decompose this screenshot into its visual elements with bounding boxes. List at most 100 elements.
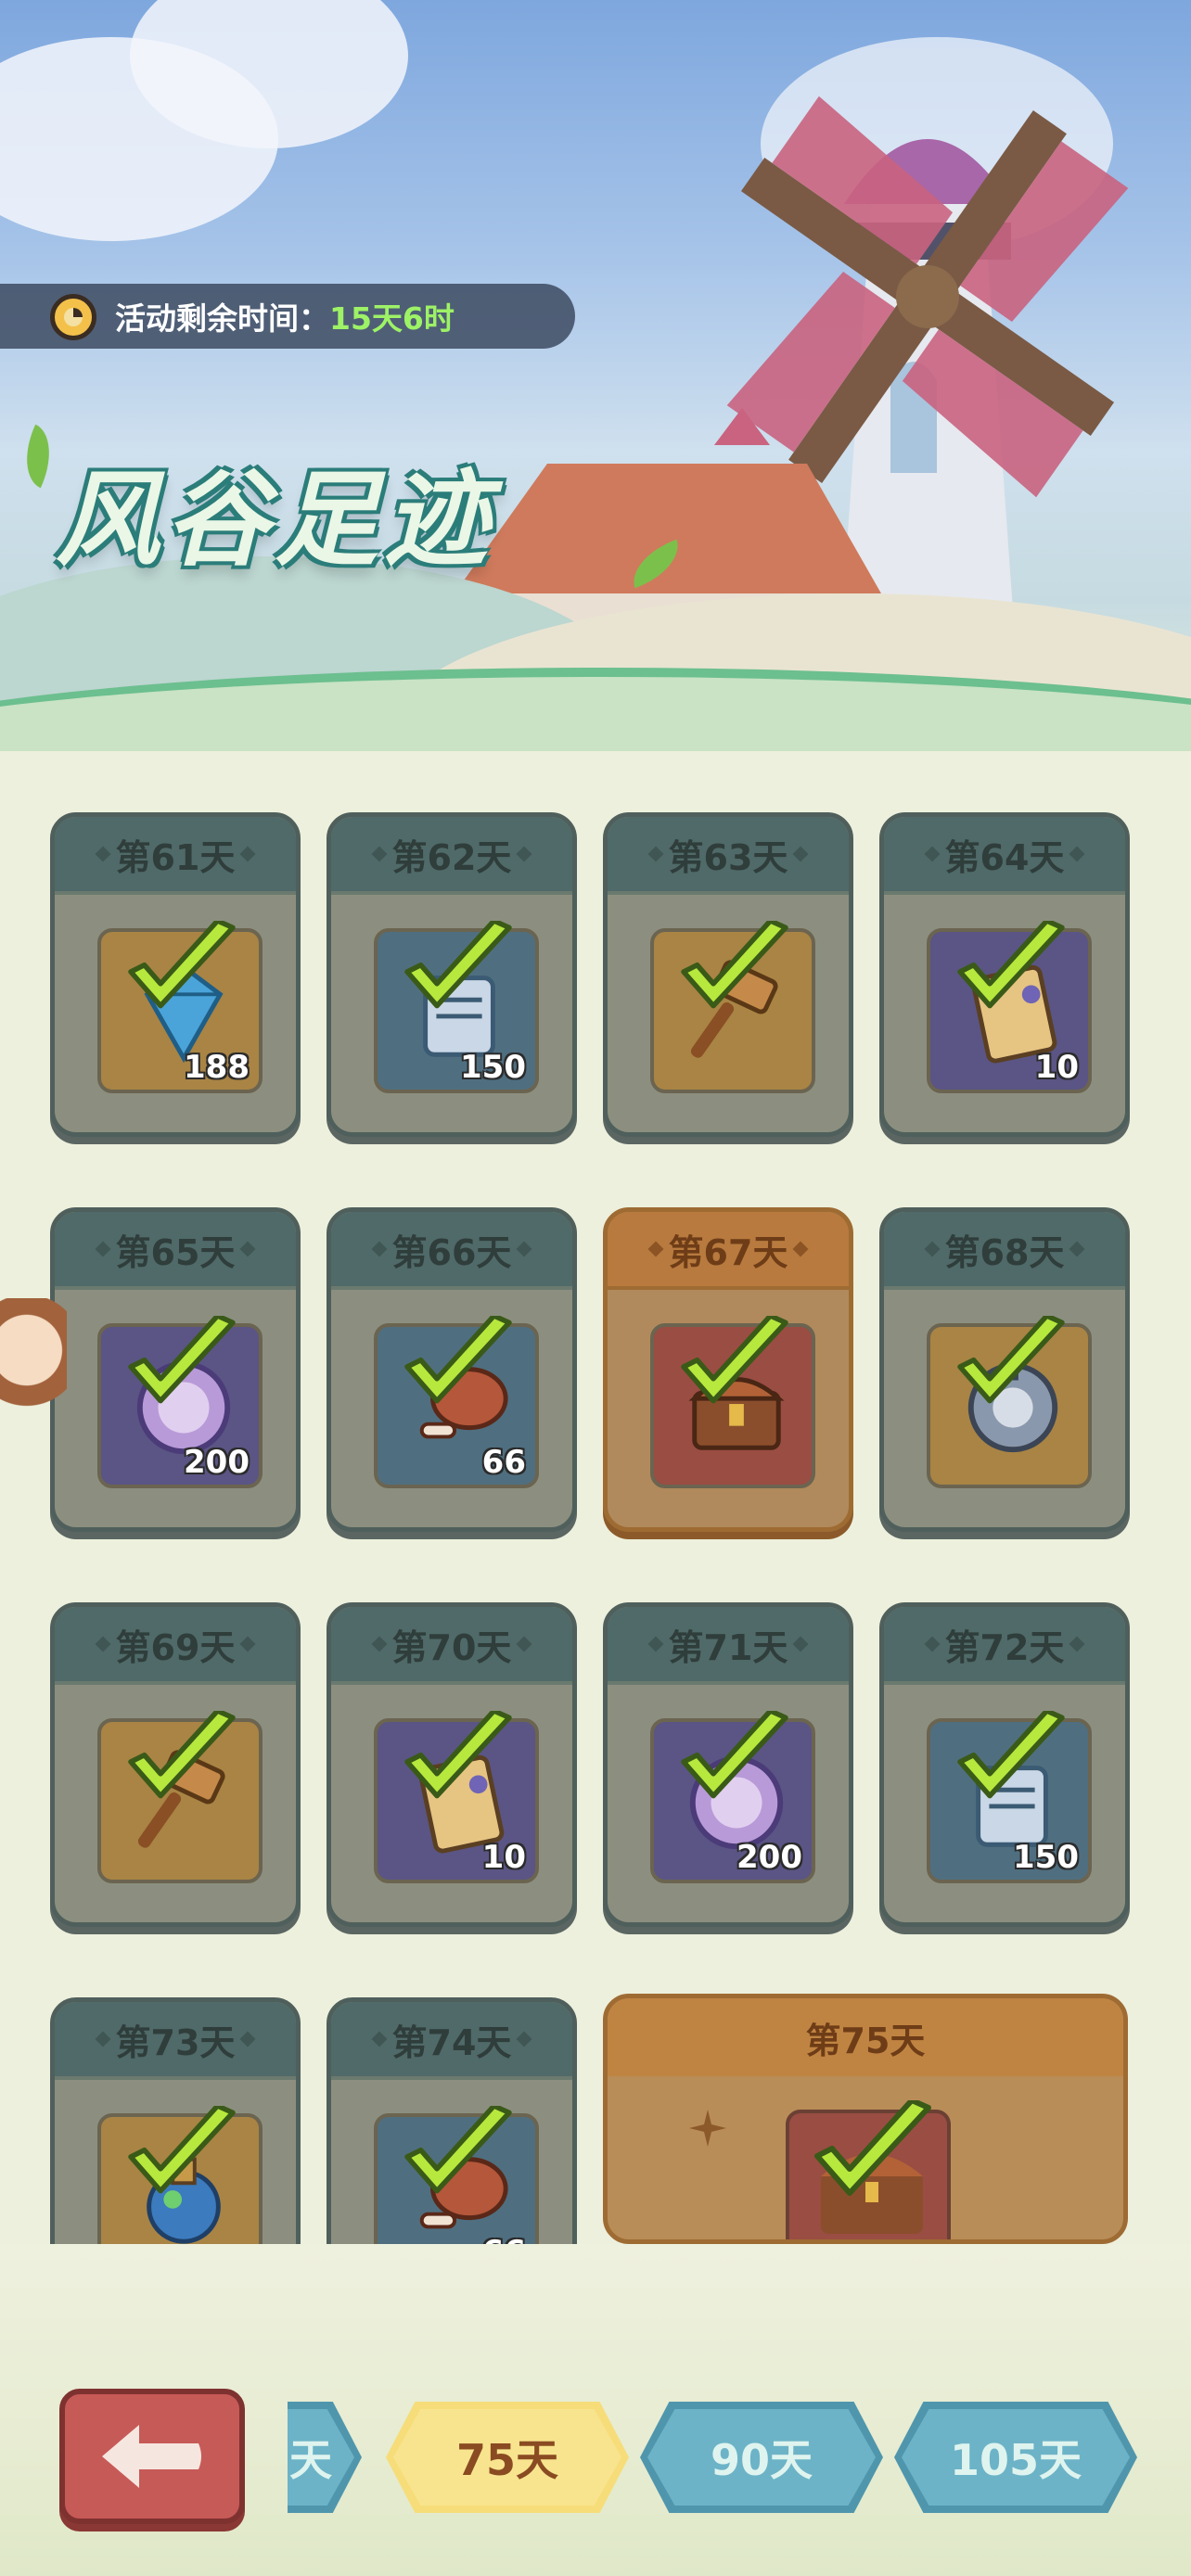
day-card-68[interactable]: 第68天 [879,1207,1130,1532]
check-icon [814,2100,931,2196]
diamond-ornament-icon [371,1241,388,1257]
day-card-61[interactable]: 第61天 188 [50,812,301,1137]
diamond-ornament-icon [516,1241,532,1257]
timer-label: 活动剩余时间： [115,300,329,337]
day-label-text: 第72天 [944,1626,1065,1668]
character-avatar[interactable] [0,1298,67,1428]
tab-75-label: 75天 [455,2435,558,2485]
check-icon [957,1711,1065,1799]
event-title: 风谷足迹 [56,460,493,580]
event-banner: 活动剩余时间： 15天6时 风谷足迹 [0,0,1191,751]
day-label-text: 第65天 [115,1231,236,1273]
diamond-ornament-icon [516,846,532,862]
tab-partial-label: 天 [289,2435,332,2485]
tab-partial[interactable]: 天 [288,2383,380,2531]
day-label: 第67天 [608,1212,849,1290]
check-icon [681,1711,788,1799]
day-label: 第66天 [331,1212,572,1290]
reward-count: 200 [184,1444,250,1481]
day-label-text: 第68天 [944,1231,1065,1273]
day-card-62[interactable]: 第62天 150 [327,812,577,1137]
tab-90[interactable]: 90天 [640,2402,883,2513]
check-icon [404,2106,512,2194]
diamond-ornament-icon [792,1241,809,1257]
day-card-70[interactable]: 第70天 10 [327,1602,577,1927]
day-card-67[interactable]: 第67天 [603,1207,853,1532]
day-card-73[interactable]: 第73天 [50,1997,301,2244]
reward-count: 150 [1013,1839,1079,1876]
check-icon [957,921,1065,1009]
check-icon [128,2106,236,2194]
day-label: 第74天 [331,2002,572,2080]
day-label-text: 第61天 [115,836,236,878]
check-icon [681,921,788,1009]
diamond-ornament-icon [792,846,809,862]
diamond-ornament-icon [95,2031,111,2047]
diamond-ornament-icon [924,846,941,862]
diamond-ornament-icon [239,1636,256,1652]
clock-icon [50,294,96,340]
check-icon [404,1316,512,1404]
back-button[interactable] [59,2389,245,2524]
day-label: 第72天 [884,1607,1125,1685]
diamond-ornament-icon [1069,1241,1085,1257]
diamond-ornament-icon [792,1636,809,1652]
day-label: 第73天 [55,2002,296,2080]
check-icon [404,921,512,1009]
day-card-69[interactable]: 第69天 [50,1602,301,1927]
diamond-ornament-icon [239,2031,256,2047]
day-card-72[interactable]: 第72天 150 [879,1602,1130,1927]
day-label: 第70天 [331,1607,572,1685]
check-icon [681,1316,788,1404]
reward-count: 10 [1034,1049,1079,1086]
day-label-text: 第64天 [944,836,1065,878]
tab-75[interactable]: 75天 [386,2402,629,2513]
day-card-66[interactable]: 第66天 66 [327,1207,577,1532]
diamond-ornament-icon [647,1241,664,1257]
day-label-text: 第75天 [805,2020,926,2061]
reward-count: 188 [184,1049,250,1086]
day-label: 第75天 [608,1998,1123,2076]
day-card-65[interactable]: 第65天 200 [50,1207,301,1532]
day-card-64[interactable]: 第64天 10 [879,812,1130,1137]
day-label-text: 第62天 [391,836,512,878]
tab-105-label: 105天 [949,2435,1082,2485]
diamond-ornament-icon [924,1636,941,1652]
reward-count: 200 [736,1839,802,1876]
day-card-63[interactable]: 第63天 [603,812,853,1137]
day-label-text: 第66天 [391,1231,512,1273]
arrow-left-icon [102,2425,201,2488]
sparkle-icon [689,2110,726,2147]
reward-count: 150 [460,1049,526,1086]
day-label: 第62天 [331,817,572,895]
timer-value: 15天6时 [329,300,455,337]
check-icon [404,1711,512,1799]
day-label-text: 第70天 [391,1626,512,1668]
diamond-ornament-icon [95,1241,111,1257]
day-label-text: 第67天 [668,1231,788,1273]
day-card-75[interactable]: 第75天 [603,1994,1128,2244]
diamond-ornament-icon [516,2031,532,2047]
tab-90-label: 90天 [710,2435,813,2485]
reward-count: 66 [481,1444,526,1481]
diamond-ornament-icon [239,846,256,862]
day-label-text: 第69天 [115,1626,236,1668]
day-label: 第68天 [884,1212,1125,1290]
day-label: 第63天 [608,817,849,895]
diamond-ornament-icon [647,1636,664,1652]
day-label: 第69天 [55,1607,296,1685]
tab-105[interactable]: 105天 [894,2402,1137,2513]
diamond-ornament-icon [95,846,111,862]
check-icon [128,1316,236,1404]
diamond-ornament-icon [516,1636,532,1652]
day-card-71[interactable]: 第71天 200 [603,1602,853,1927]
check-icon [128,921,236,1009]
day-card-74[interactable]: 第74天 66 [327,1997,577,2244]
day-label: 第65天 [55,1212,296,1290]
diamond-ornament-icon [647,846,664,862]
day-label-text: 第63天 [668,836,788,878]
day-label: 第64天 [884,817,1125,895]
check-icon [957,1316,1065,1404]
diamond-ornament-icon [1069,846,1085,862]
diamond-ornament-icon [239,1241,256,1257]
